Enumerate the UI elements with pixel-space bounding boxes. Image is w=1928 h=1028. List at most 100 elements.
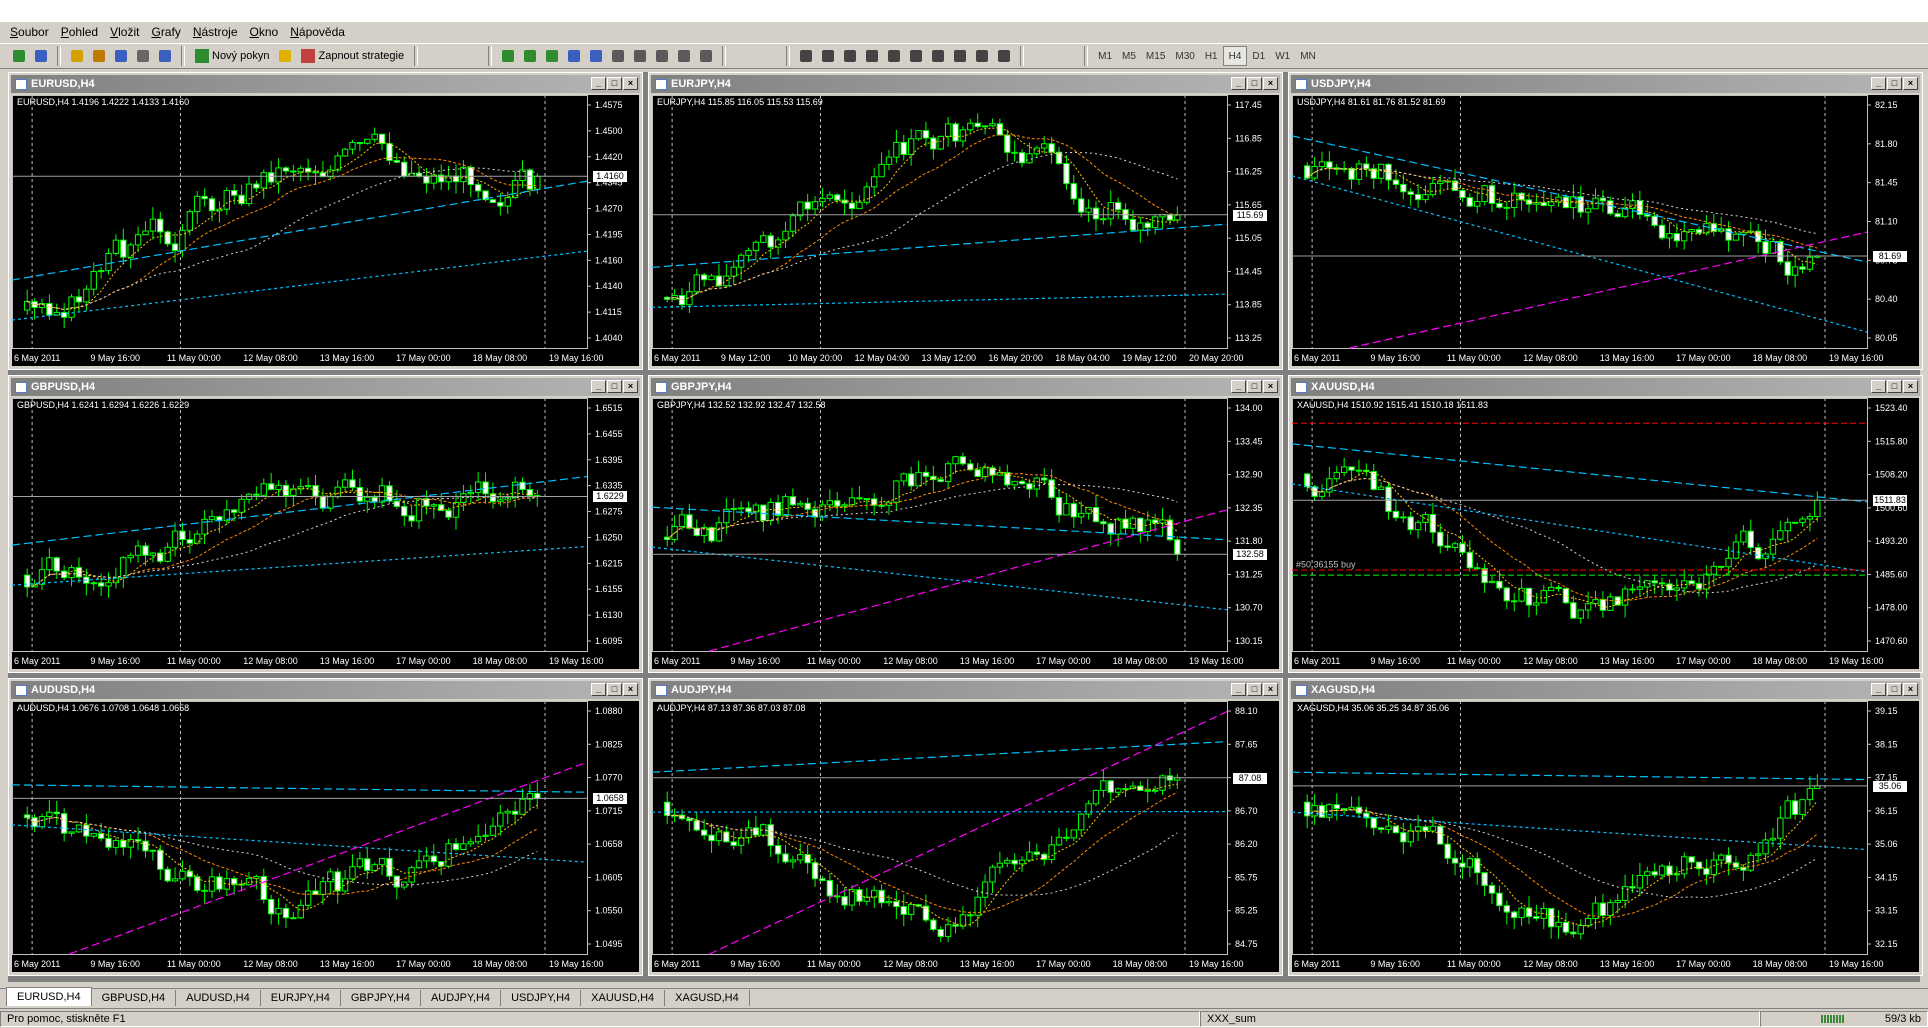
minimize-button[interactable]: _ xyxy=(1871,683,1886,696)
timeframe-m15[interactable]: M15 xyxy=(1141,47,1170,65)
chart-tab[interactable]: AUDJPY,H4 xyxy=(421,990,502,1006)
maximize-button[interactable]: □ xyxy=(1887,683,1902,696)
chart-window[interactable]: GBPUSD,H4 _ □ × 1.6515 1.6455 1.6395 1.6335 1.62… xyxy=(8,375,643,673)
fibonacci-icon[interactable] xyxy=(928,46,948,66)
profiles-icon[interactable] xyxy=(31,46,51,66)
navigator-icon[interactable] xyxy=(89,46,109,66)
menu-0[interactable]: Soubor xyxy=(6,25,57,39)
minimize-button[interactable]: _ xyxy=(591,380,606,393)
menu-3[interactable]: Grafy xyxy=(147,25,188,39)
vertical-line-icon[interactable] xyxy=(840,46,860,66)
timeframe-d1[interactable]: D1 xyxy=(1247,47,1270,65)
market-watch-icon[interactable] xyxy=(67,46,87,66)
chart-plot-area[interactable]: 134.00 133.45 132.90 132.35 131.80 131.25 130.… xyxy=(652,398,1279,669)
chart-titlebar[interactable]: AUDUSD,H4 _ □ × xyxy=(11,681,640,699)
chart-tab[interactable]: XAUUSD,H4 xyxy=(581,990,666,1006)
maximize-button[interactable]: □ xyxy=(607,77,622,90)
minimize-button[interactable]: _ xyxy=(1871,77,1886,90)
chart-window[interactable]: AUDUSD,H4 _ □ × 1.0880 1.0825 1.0770 1.0715 1.06… xyxy=(8,678,643,976)
chart-tab[interactable]: EURJPY,H4 xyxy=(261,990,341,1006)
price-chart[interactable]: 39.1538.1537.1536.1535.0634.1533.1532.15… xyxy=(1292,701,1919,972)
maximize-button[interactable]: □ xyxy=(1247,380,1262,393)
price-chart[interactable]: 82.1581.8081.4581.1080.7580.4080.056 May… xyxy=(1292,95,1919,366)
timeframe-m1[interactable]: M1 xyxy=(1093,47,1117,65)
timeframe-m5[interactable]: M5 xyxy=(1117,47,1141,65)
maximize-button[interactable]: □ xyxy=(1247,683,1262,696)
chart-plot-area[interactable]: 1.6515 1.6455 1.6395 1.6335 1.6275 1.6250 1.62… xyxy=(12,398,639,669)
maximize-button[interactable]: □ xyxy=(1247,77,1262,90)
timeframe-h4[interactable]: H4 xyxy=(1222,46,1248,66)
zoom-out-icon[interactable] xyxy=(586,46,606,66)
close-button[interactable]: × xyxy=(1903,77,1918,90)
chart-tab[interactable]: XAGUSD,H4 xyxy=(665,990,750,1006)
price-chart[interactable]: 134.00 133.45 132.90 132.35 131.80 131.25 130.… xyxy=(652,398,1279,669)
channel-icon[interactable] xyxy=(906,46,926,66)
maximize-button[interactable]: □ xyxy=(607,683,622,696)
maximize-button[interactable]: □ xyxy=(607,380,622,393)
terminal-icon[interactable] xyxy=(111,46,131,66)
chart-titlebar[interactable]: GBPUSD,H4 _ □ × xyxy=(11,378,640,396)
chart-titlebar[interactable]: USDJPY,H4 _ □ × xyxy=(1291,75,1920,93)
chart-plot-area[interactable]: 88.10 87.65 87.08 86.70 86.20 85.75 85.25 84.75… xyxy=(652,701,1279,972)
candlestick-icon[interactable] xyxy=(520,46,540,66)
templates-icon[interactable] xyxy=(696,46,716,66)
close-button[interactable]: × xyxy=(1263,380,1278,393)
text-label-icon[interactable] xyxy=(972,46,992,66)
chart-window[interactable]: XAGUSD,H4 _ □ × 39.15 38.15 37.15 36.15 35.06 34.… xyxy=(1288,678,1923,976)
chart-window[interactable]: XAUUSD,H4 _ □ × #50 36155 buy 1523.40 1515.80 1… xyxy=(1288,375,1923,673)
trendline-icon[interactable] xyxy=(884,46,904,66)
minimize-button[interactable]: _ xyxy=(591,77,606,90)
minimize-button[interactable]: _ xyxy=(591,683,606,696)
bar-chart-icon[interactable] xyxy=(498,46,518,66)
chart-tab[interactable]: USDJPY,H4 xyxy=(501,990,582,1006)
minimize-button[interactable]: _ xyxy=(1231,683,1246,696)
menu-1[interactable]: Pohled xyxy=(57,25,106,39)
chart-plot-area[interactable]: 117.45 116.85 116.25 115.65 115.05 114.45 113.… xyxy=(652,95,1279,366)
minimize-button[interactable]: _ xyxy=(1231,77,1246,90)
timeframe-m30[interactable]: M30 xyxy=(1170,47,1199,65)
timeframe-w1[interactable]: W1 xyxy=(1270,47,1295,65)
chart-window[interactable]: GBPJPY,H4 _ □ × 134.00 133.45 132.90 132.35 131.… xyxy=(648,375,1283,673)
chart-window[interactable]: USDJPY,H4_□× 82.1581.8081.4581.1080.7580.… xyxy=(1288,72,1923,370)
chart-shift-icon[interactable] xyxy=(630,46,650,66)
price-chart[interactable]: 1.45751.45001.44201.43451.42701.41951.41… xyxy=(12,95,639,366)
indicators-icon[interactable] xyxy=(652,46,672,66)
timeframe-h1[interactable]: H1 xyxy=(1200,47,1223,65)
close-button[interactable]: × xyxy=(1903,683,1918,696)
close-button[interactable]: × xyxy=(623,683,638,696)
horizontal-line-icon[interactable] xyxy=(862,46,882,66)
chart-titlebar[interactable]: EURJPY,H4 _ □ × xyxy=(651,75,1280,93)
data-window-icon[interactable] xyxy=(155,46,175,66)
close-button[interactable]: × xyxy=(1263,77,1278,90)
auto-scroll-icon[interactable] xyxy=(608,46,628,66)
arrows-icon[interactable] xyxy=(994,46,1014,66)
chart-window[interactable]: EURJPY,H4 _ □ × 117.45 116.85 116.25 115.65 115.… xyxy=(648,72,1283,370)
text-icon[interactable] xyxy=(950,46,970,66)
chart-titlebar[interactable]: XAGUSD,H4 _ □ × xyxy=(1291,681,1920,699)
chart-tab[interactable]: GBPUSD,H4 xyxy=(92,990,177,1006)
close-button[interactable]: × xyxy=(623,77,638,90)
minimize-button[interactable]: _ xyxy=(1871,380,1886,393)
close-button[interactable]: × xyxy=(1263,683,1278,696)
cursor-icon[interactable] xyxy=(796,46,816,66)
line-chart-icon[interactable] xyxy=(542,46,562,66)
chart-window[interactable]: AUDJPY,H4 _□× 88.10 87.65 87.08 86.70 86.20 85.… xyxy=(648,678,1283,976)
strategies-button[interactable]: Zapnout strategie xyxy=(297,46,408,66)
chart-titlebar[interactable]: EURUSD,H4 _ □ × xyxy=(11,75,640,93)
crosshair-icon[interactable] xyxy=(818,46,838,66)
minimize-button[interactable]: _ xyxy=(1231,380,1246,393)
chart-titlebar[interactable]: GBPJPY,H4 _ □ × xyxy=(651,378,1280,396)
timeframe-mn[interactable]: MN xyxy=(1295,47,1321,65)
price-chart[interactable]: #50 36155 buy1523.401515.801508.201500.6… xyxy=(1292,398,1919,669)
new-chart-icon[interactable] xyxy=(9,46,29,66)
chart-plot-area[interactable]: 1.4575 1.4500 1.4420 1.4345 1.4270 1.4195 1.41… xyxy=(12,95,639,366)
chart-plot-area[interactable]: 39.15 38.15 37.15 36.15 35.06 34.15 33.15 32.15… xyxy=(1292,701,1919,972)
menu-5[interactable]: Okno xyxy=(246,25,287,39)
price-chart[interactable]: 1.6515 1.6455 1.6395 1.6335 1.6275 1.6250 1.62… xyxy=(12,398,639,669)
alert-icon[interactable] xyxy=(275,46,295,66)
close-button[interactable]: × xyxy=(1903,380,1918,393)
price-chart[interactable]: 1.08801.08251.07701.07151.06581.06051.05… xyxy=(12,701,639,972)
menu-2[interactable]: Vložit xyxy=(106,25,147,39)
chart-titlebar[interactable]: AUDJPY,H4 _ □ × xyxy=(651,681,1280,699)
periods-icon[interactable] xyxy=(674,46,694,66)
